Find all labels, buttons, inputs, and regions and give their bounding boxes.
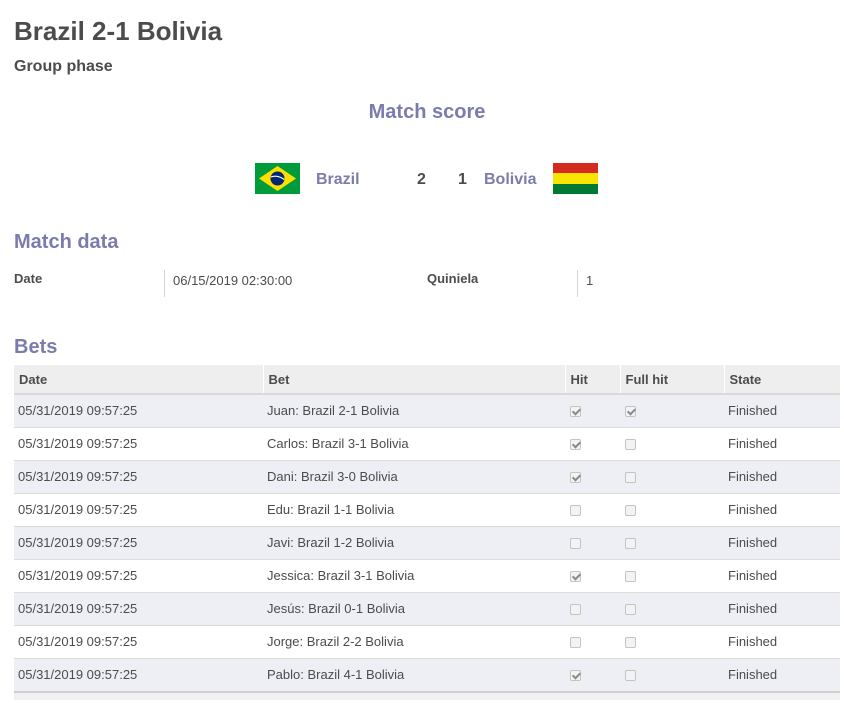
full-hit-checkbox xyxy=(625,538,636,550)
match-score-heading: Match score xyxy=(368,101,486,123)
date-value: 06/15/2019 02:30:00 xyxy=(164,270,414,297)
full-hit-cell xyxy=(620,591,724,625)
hit-cell xyxy=(565,558,620,592)
brazil-flag-icon xyxy=(255,163,300,194)
full-hit-checkbox xyxy=(625,670,636,682)
bet-date-cell: 05/31/2019 09:57:25 xyxy=(14,558,263,592)
full-hit-checkbox xyxy=(625,472,636,484)
table-row[interactable]: 05/31/2019 09:57:25 Edu: Brazil 1-1 Boliv… xyxy=(14,492,840,526)
bets-table-body: 05/31/2019 09:57:25 Juan: Brazil 2-1 Boli… xyxy=(14,394,840,691)
column-header-state[interactable]: State xyxy=(723,365,840,395)
table-footer xyxy=(14,691,840,700)
bet-date-cell: 05/31/2019 09:57:25 xyxy=(14,492,263,526)
full-hit-cell xyxy=(620,394,724,427)
hit-checkbox xyxy=(570,604,581,616)
full-hit-checkbox xyxy=(625,571,636,583)
home-team-link[interactable]: Brazil xyxy=(316,171,360,189)
hit-checkbox xyxy=(570,406,581,418)
bet-cell: Javi: Brazil 1-2 Bolivia xyxy=(263,525,565,559)
hit-cell xyxy=(565,426,620,460)
column-header-full-hit[interactable]: Full hit xyxy=(619,365,724,395)
table-row[interactable]: 05/31/2019 09:57:25 Jessica: Brazil 3-1 B… xyxy=(14,558,840,592)
page-title: Brazil 2-1 Bolivia xyxy=(14,16,223,46)
bet-cell: Juan: Brazil 2-1 Bolivia xyxy=(263,394,565,427)
full-hit-cell xyxy=(620,624,724,658)
bet-cell: Pablo: Brazil 4-1 Bolivia xyxy=(263,657,565,691)
table-row[interactable]: 05/31/2019 09:57:25 Dani: Brazil 3-0 Boli… xyxy=(14,459,840,493)
full-hit-cell xyxy=(620,525,724,559)
away-goals: 1 xyxy=(458,171,467,188)
hit-cell xyxy=(565,657,620,691)
full-hit-checkbox xyxy=(625,637,636,649)
state-cell: Finished xyxy=(724,492,840,526)
column-header-bet[interactable]: Bet xyxy=(262,365,565,395)
bet-date-cell: 05/31/2019 09:57:25 xyxy=(14,394,263,427)
state-cell: Finished xyxy=(724,394,840,427)
bet-cell: Dani: Brazil 3-0 Bolivia xyxy=(263,459,565,493)
bet-date-cell: 05/31/2019 09:57:25 xyxy=(14,624,263,658)
full-hit-cell xyxy=(620,657,724,691)
table-row[interactable]: 05/31/2019 09:57:25 Javi: Brazil 1-2 Boli… xyxy=(14,525,840,559)
full-hit-cell xyxy=(620,492,724,526)
quiniela-value: 1 xyxy=(577,270,827,297)
full-hit-checkbox xyxy=(625,604,636,616)
bet-date-cell: 05/31/2019 09:57:25 xyxy=(14,525,263,559)
full-hit-checkbox xyxy=(625,406,636,418)
bet-cell: Jessica: Brazil 3-1 Bolivia xyxy=(263,558,565,592)
bet-date-cell: 05/31/2019 09:57:25 xyxy=(14,426,263,460)
bet-cell: Jesús: Brazil 0-1 Bolivia xyxy=(263,591,565,625)
hit-cell xyxy=(565,591,620,625)
full-hit-checkbox xyxy=(625,439,636,451)
page-subtitle: Group phase xyxy=(14,58,113,75)
match-data-heading: Match data xyxy=(14,231,119,253)
bolivia-flag-icon xyxy=(553,163,598,194)
column-header-hit[interactable]: Hit xyxy=(564,365,620,395)
bets-table: Date Bet Hit Full hit State 05/31/2019 0… xyxy=(14,365,840,691)
date-label: Date xyxy=(14,271,43,286)
table-row[interactable]: 05/31/2019 09:57:25 Jorge: Brazil 2-2 Bol… xyxy=(14,624,840,658)
hit-checkbox xyxy=(570,439,581,451)
hit-cell xyxy=(565,492,620,526)
hit-checkbox xyxy=(570,472,581,484)
full-hit-cell xyxy=(620,558,724,592)
bet-date-cell: 05/31/2019 09:57:25 xyxy=(14,459,263,493)
table-row[interactable]: 05/31/2019 09:57:25 Carlos: Brazil 3-1 Bo… xyxy=(14,426,840,460)
state-cell: Finished xyxy=(724,558,840,592)
table-header-row: Date Bet Hit Full hit State xyxy=(14,365,840,395)
bets-heading: Bets xyxy=(14,336,58,358)
away-team-link[interactable]: Bolivia xyxy=(484,171,536,189)
state-cell: Finished xyxy=(724,591,840,625)
hit-checkbox xyxy=(570,538,581,550)
hit-cell xyxy=(565,394,620,427)
bet-cell: Carlos: Brazil 3-1 Bolivia xyxy=(263,426,565,460)
bet-date-cell: 05/31/2019 09:57:25 xyxy=(14,591,263,625)
state-cell: Finished xyxy=(724,459,840,493)
score-row: Brazil 2 1 Bolivia xyxy=(0,163,844,194)
column-header-date[interactable]: Date xyxy=(14,365,263,395)
bet-cell: Jorge: Brazil 2-2 Bolivia xyxy=(263,624,565,658)
state-cell: Finished xyxy=(724,525,840,559)
full-hit-cell xyxy=(620,459,724,493)
state-cell: Finished xyxy=(724,624,840,658)
state-cell: Finished xyxy=(724,426,840,460)
hit-checkbox xyxy=(570,505,581,517)
quiniela-label: Quiniela xyxy=(427,271,479,286)
table-row[interactable]: 05/31/2019 09:57:25 Juan: Brazil 2-1 Boli… xyxy=(14,394,840,427)
bet-date-cell: 05/31/2019 09:57:25 xyxy=(14,657,263,691)
full-hit-checkbox xyxy=(625,505,636,517)
hit-cell xyxy=(565,624,620,658)
home-goals: 2 xyxy=(417,171,426,188)
state-cell: Finished xyxy=(724,657,840,691)
table-row[interactable]: 05/31/2019 09:57:25 Jesús: Brazil 0-1 Bol… xyxy=(14,591,840,625)
bet-cell: Edu: Brazil 1-1 Bolivia xyxy=(263,492,565,526)
hit-checkbox xyxy=(570,637,581,649)
full-hit-cell xyxy=(620,426,724,460)
hit-checkbox xyxy=(570,571,581,583)
hit-cell xyxy=(565,525,620,559)
hit-checkbox xyxy=(570,670,581,682)
hit-cell xyxy=(565,459,620,493)
table-row[interactable]: 05/31/2019 09:57:25 Pablo: Brazil 4-1 Bol… xyxy=(14,657,840,691)
